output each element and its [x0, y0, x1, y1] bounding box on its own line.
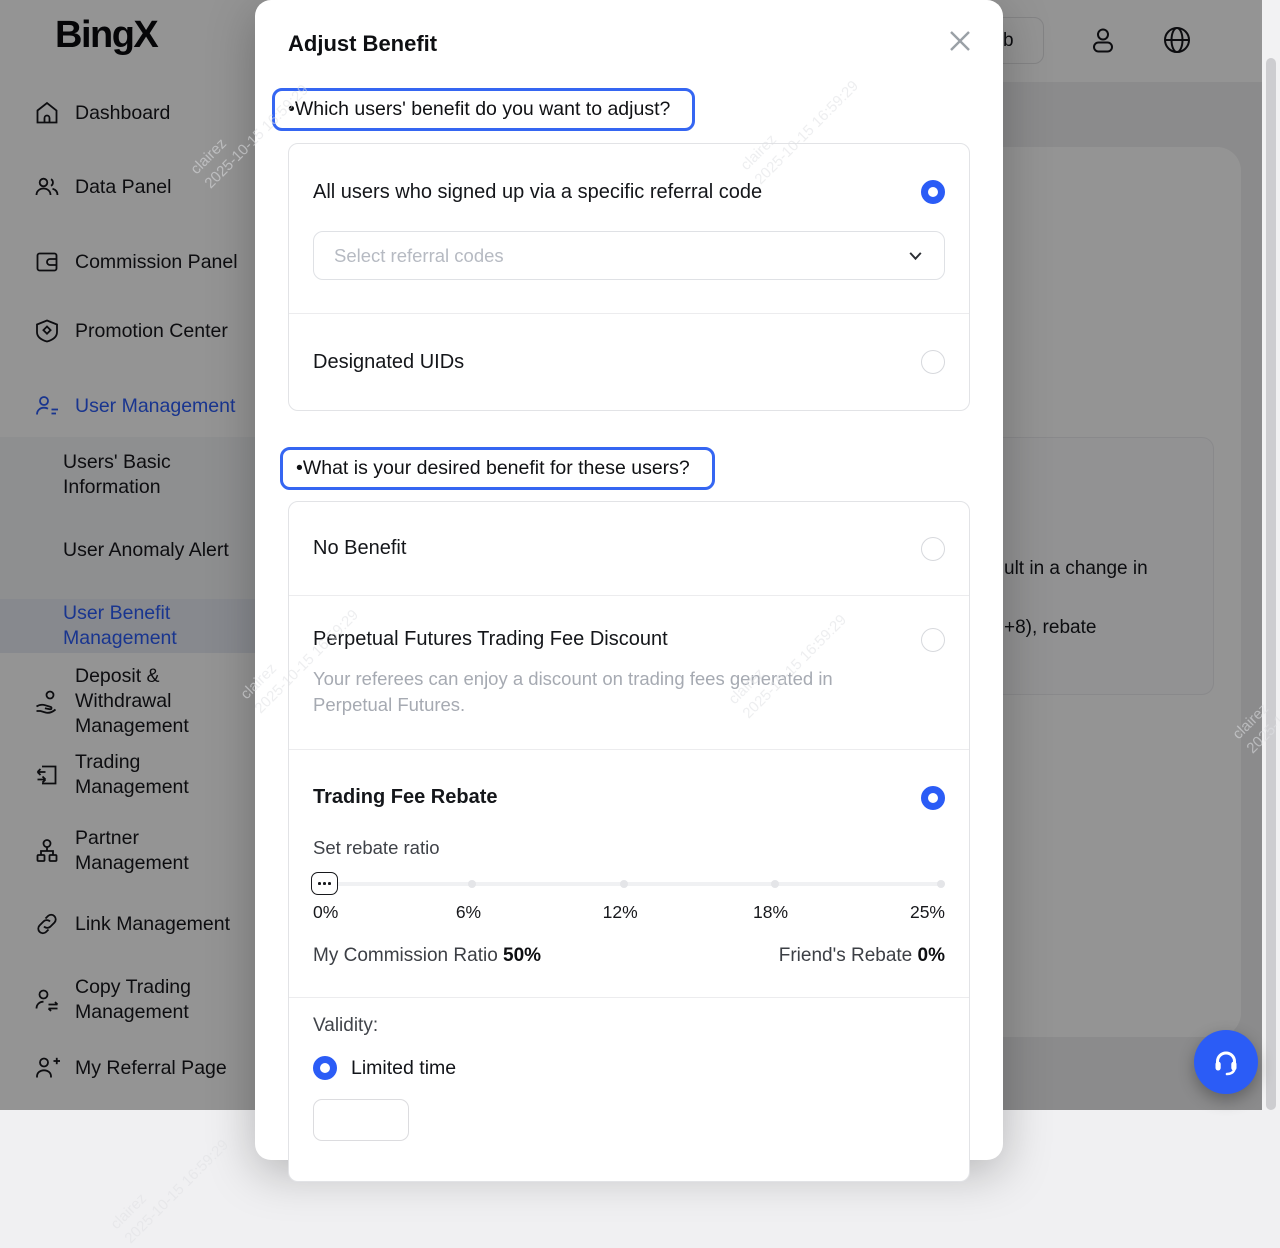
duration-input[interactable]	[313, 1099, 409, 1141]
slider-track[interactable]	[313, 882, 945, 886]
commission-ratio-value: 50%	[503, 945, 541, 966]
option-label: Designated UIDs	[313, 351, 464, 374]
slider-dot	[620, 880, 628, 888]
friend-rebate: Friend's Rebate 0%	[779, 945, 945, 967]
modal-title: Adjust Benefit	[288, 0, 970, 57]
option-trading-fee-rebate[interactable]: Trading Fee Rebate Set rebate ratio 0% 6…	[289, 750, 969, 997]
select-placeholder: Select referral codes	[334, 245, 504, 267]
slider-dot	[468, 880, 476, 888]
tick-label: 6%	[456, 902, 481, 923]
option-description: Your referees can enjoy a discount on tr…	[313, 666, 891, 718]
adjust-benefit-modal: Adjust Benefit •Which users' benefit do …	[255, 0, 1003, 1160]
page-scrollbar-thumb[interactable]	[1266, 58, 1276, 1110]
user-target-card: All users who signed up via a specific r…	[288, 143, 970, 411]
validity-section: Validity: Limited time	[289, 998, 969, 1181]
radio-unselected[interactable]	[921, 537, 945, 561]
option-no-benefit[interactable]: No Benefit	[289, 502, 969, 595]
slider-dot	[771, 880, 779, 888]
customer-support-button[interactable]	[1194, 1030, 1258, 1094]
referral-codes-select[interactable]: Select referral codes	[313, 231, 945, 280]
radio-selected[interactable]	[921, 180, 945, 204]
option-label: All users who signed up via a specific r…	[313, 181, 762, 204]
radio-selected[interactable]	[921, 786, 945, 810]
option-designated-uids[interactable]: Designated UIDs	[289, 314, 969, 410]
close-button[interactable]	[943, 24, 977, 58]
option-label: Perpetual Futures Trading Fee Discount	[313, 628, 668, 651]
radio-unselected[interactable]	[921, 350, 945, 374]
benefit-type-card: No Benefit Perpetual Futures Trading Fee…	[288, 501, 970, 1182]
chevron-down-icon	[907, 247, 924, 264]
option-label: No Benefit	[313, 537, 406, 560]
friend-rebate-value: 0%	[918, 945, 945, 966]
tick-label: 25%	[910, 902, 945, 923]
set-rebate-ratio-label: Set rebate ratio	[313, 837, 945, 859]
question-which-users: •Which users' benefit do you want to adj…	[272, 88, 695, 131]
watermark: clairez2025-10-15 16:59:29	[107, 1122, 234, 1248]
slider-tick-labels: 0% 6% 12% 18% 25%	[313, 902, 945, 924]
option-limited-time[interactable]: Limited time	[313, 1056, 945, 1080]
option-perpetual-discount[interactable]: Perpetual Futures Trading Fee Discount Y…	[289, 596, 969, 749]
option-label: Limited time	[351, 1057, 456, 1080]
radio-selected[interactable]	[313, 1056, 337, 1080]
slider-dot	[937, 880, 945, 888]
radio-unselected[interactable]	[921, 628, 945, 652]
commission-ratio: My Commission Ratio 50%	[313, 945, 541, 967]
option-label: Trading Fee Rebate	[313, 786, 498, 809]
tick-label: 0%	[313, 902, 338, 923]
headset-icon	[1209, 1045, 1243, 1079]
tick-label: 18%	[753, 902, 788, 923]
close-icon	[945, 26, 975, 56]
tick-label: 12%	[603, 902, 638, 923]
rebate-ratio-slider	[313, 872, 945, 896]
validity-label: Validity:	[313, 1015, 945, 1037]
question-desired-benefit: •What is your desired benefit for these …	[280, 447, 715, 490]
option-referral-code-users[interactable]: All users who signed up via a specific r…	[289, 144, 969, 204]
slider-handle[interactable]	[311, 872, 338, 895]
